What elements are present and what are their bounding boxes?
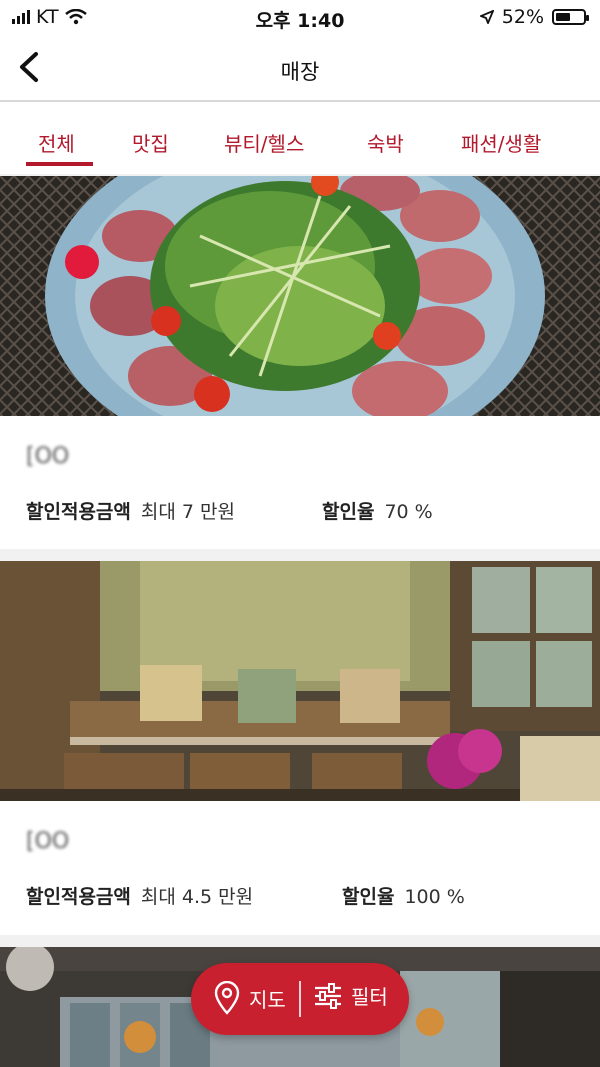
battery-icon	[552, 9, 589, 25]
discount-rate: 할인율 70 %	[322, 497, 433, 524]
discount-amount-value: 최대 4.5 만원	[140, 886, 254, 908]
discount-amount: 할인적용금액 최대 4.5 만원	[26, 882, 253, 909]
discount-amount-label: 할인적용금액	[26, 886, 131, 908]
tab-beauty-health[interactable]: 뷰티/헬스	[224, 128, 304, 157]
discount-amount: 할인적용금액 최대 7 만원	[26, 497, 235, 524]
tab-fashion-living[interactable]: 패션/생활	[461, 128, 541, 157]
store-card[interactable]: [OO 할인적용금액 최대 7 만원 할인율 70 %	[0, 176, 600, 549]
discount-rate-value: 70 %	[384, 501, 433, 523]
store-name: [OO	[26, 829, 70, 854]
store-photo-interior	[0, 561, 600, 801]
discount-rate: 할인율 100 %	[342, 882, 465, 909]
filter-label: 필터	[351, 985, 388, 1009]
fab-divider	[299, 981, 301, 1017]
battery-percent: 52%	[501, 6, 544, 28]
store-name: [OO	[26, 444, 70, 469]
status-bar: KT 오후 1:40 52%	[0, 0, 600, 34]
tab-restaurants[interactable]: 맛집	[132, 128, 169, 157]
map-label: 지도	[249, 987, 286, 1012]
discount-rate-label: 할인율	[342, 886, 395, 908]
discount-amount-value: 최대 7 만원	[140, 501, 235, 523]
nav-bar: 매장	[0, 34, 600, 102]
map-filter-fab: 지도 필터	[191, 963, 409, 1035]
map-button[interactable]: 지도	[213, 981, 286, 1015]
map-pin-icon	[214, 981, 240, 1015]
discount-amount-label: 할인적용금액	[26, 501, 131, 523]
location-arrow-icon	[479, 10, 494, 24]
tab-all[interactable]: 전체	[38, 128, 75, 157]
page-title: 매장	[280, 60, 320, 84]
store-photo-food	[0, 176, 600, 416]
category-tabs: 전체 맛집 뷰티/헬스 숙박 패션/생활	[0, 102, 600, 174]
tab-lodging[interactable]: 숙박	[367, 128, 404, 157]
active-tab-indicator	[26, 162, 93, 166]
filter-button[interactable]: 필터	[313, 981, 388, 1010]
discount-rate-label: 할인율	[322, 501, 375, 523]
filter-sliders-icon	[315, 982, 341, 1009]
store-card[interactable]: [OO 할인적용금액 최대 4.5 만원 할인율 100 %	[0, 561, 600, 935]
discount-rate-value: 100 %	[404, 886, 465, 908]
